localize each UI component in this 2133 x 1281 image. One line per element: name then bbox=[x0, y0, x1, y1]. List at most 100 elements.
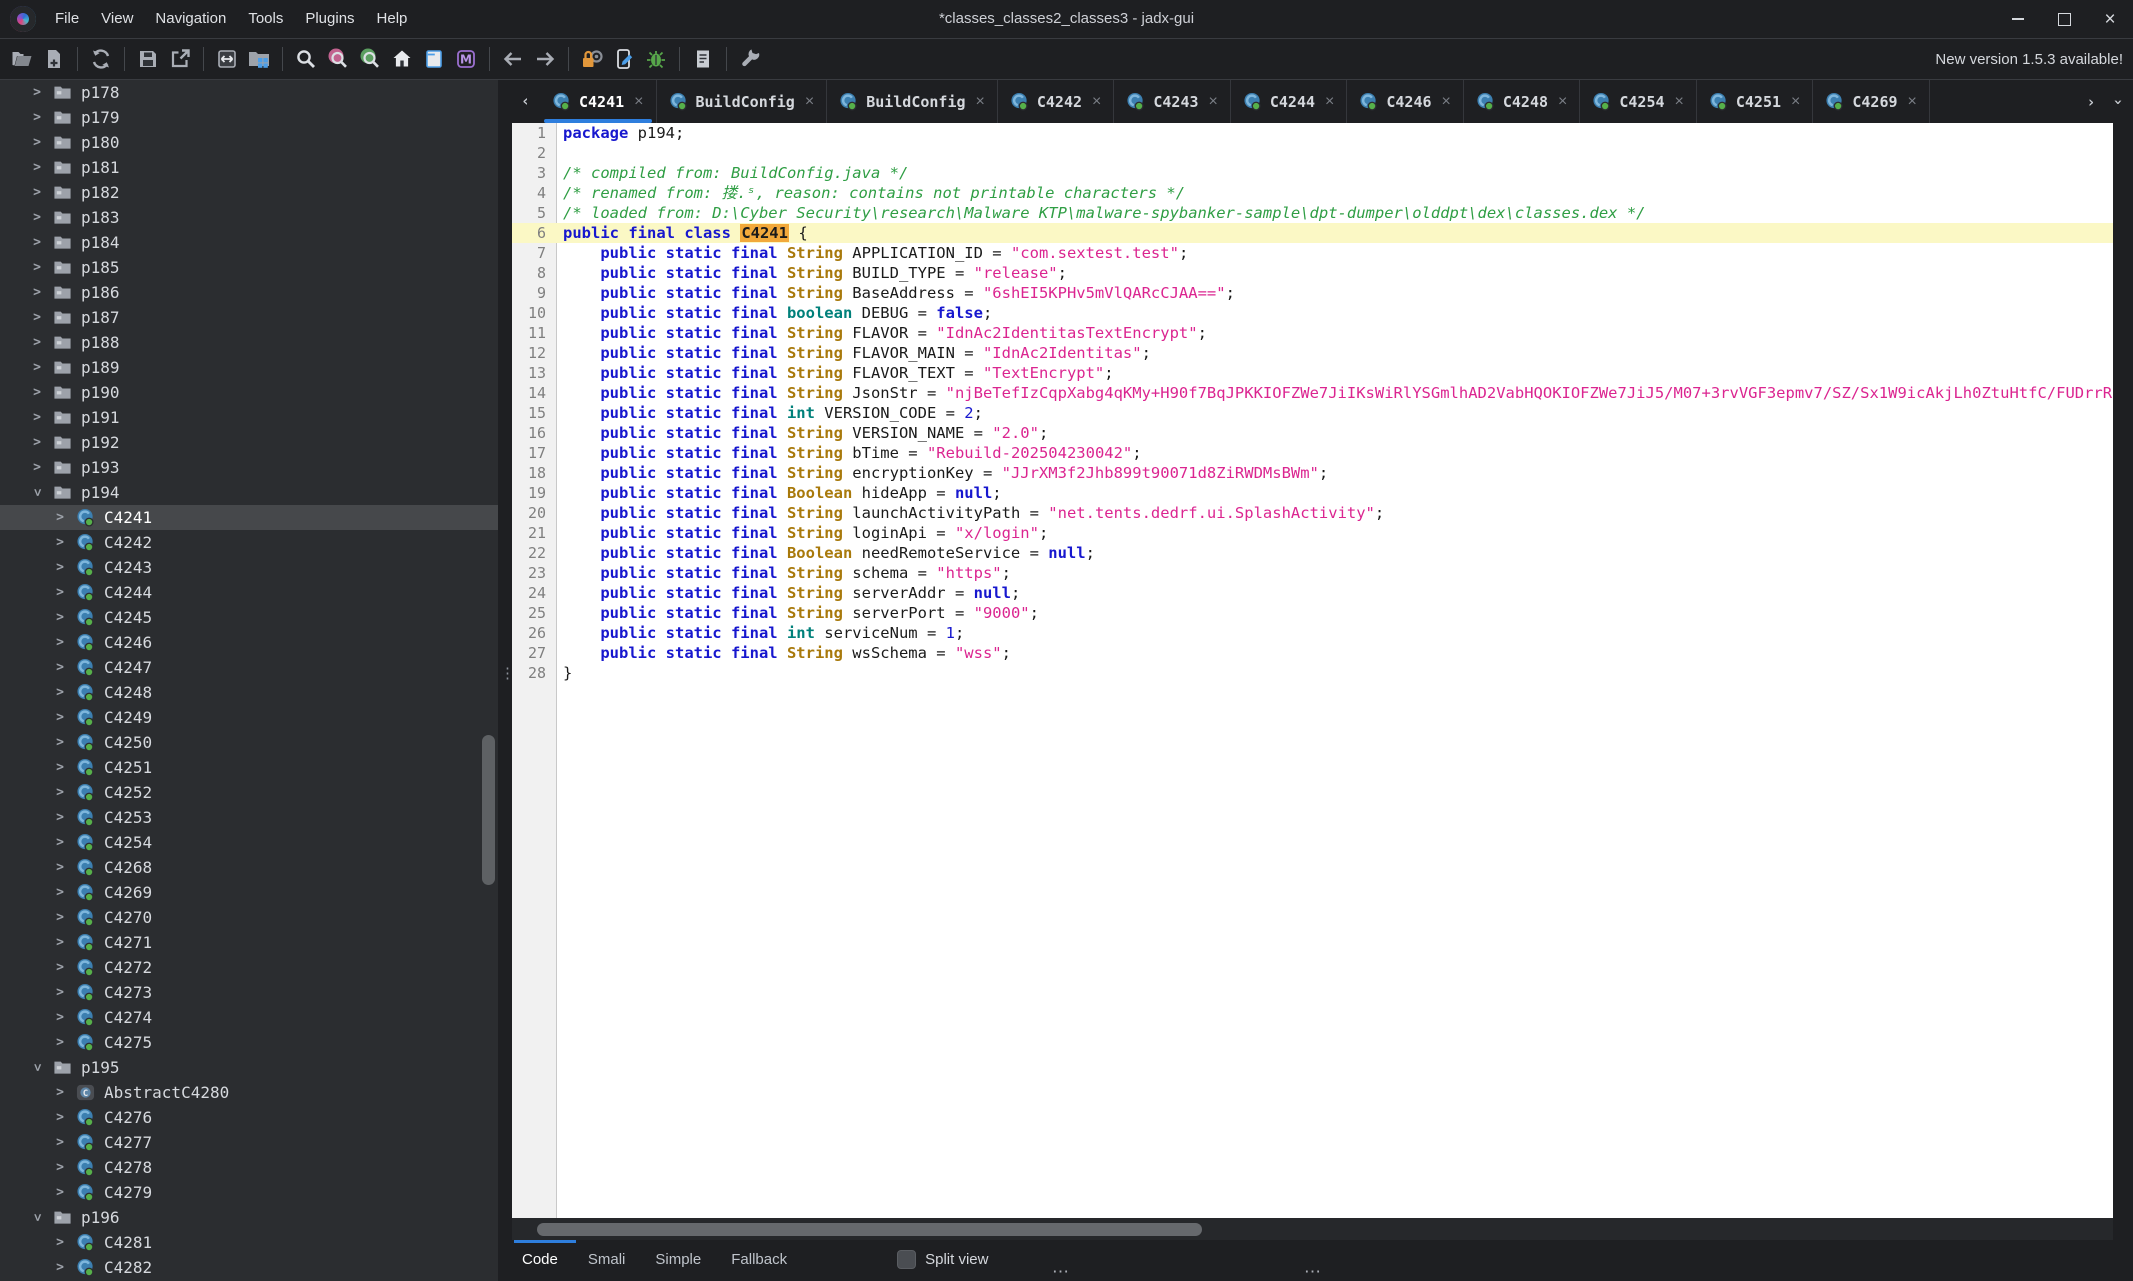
tree-package-p191[interactable]: > p191 bbox=[0, 405, 498, 430]
tree-class-C4248[interactable]: > C4248 bbox=[0, 680, 498, 705]
chevron-right-icon[interactable]: > bbox=[30, 410, 44, 425]
chevron-right-icon[interactable]: > bbox=[53, 860, 67, 875]
open-file-icon[interactable] bbox=[6, 43, 38, 75]
tab-C4242[interactable]: C4242 × bbox=[998, 80, 1115, 123]
tree-class-C4282[interactable]: > C4282 bbox=[0, 1255, 498, 1280]
add-files-icon[interactable] bbox=[38, 43, 70, 75]
tab-C4269[interactable]: C4269 × bbox=[1813, 80, 1930, 123]
chevron-right-icon[interactable]: > bbox=[53, 1010, 67, 1025]
menu-navigation[interactable]: Navigation bbox=[144, 0, 237, 38]
bottom-grip-icon[interactable]: ⋯ bbox=[1052, 1262, 1069, 1281]
tab-close-icon[interactable]: × bbox=[1325, 93, 1334, 111]
tab-C4251[interactable]: C4251 × bbox=[1697, 80, 1814, 123]
chevron-right-icon[interactable]: > bbox=[30, 360, 44, 375]
tree-class-C4250[interactable]: > C4250 bbox=[0, 730, 498, 755]
chevron-right-icon[interactable]: > bbox=[53, 835, 67, 850]
chevron-right-icon[interactable]: > bbox=[53, 1110, 67, 1125]
tree-class-C4254[interactable]: > C4254 bbox=[0, 830, 498, 855]
tab-C4241[interactable]: C4241 × bbox=[540, 80, 657, 123]
tree-class-C4272[interactable]: > C4272 bbox=[0, 955, 498, 980]
chevron-right-icon[interactable]: > bbox=[30, 285, 44, 300]
maximize-button[interactable] bbox=[2041, 0, 2087, 38]
tab-close-icon[interactable]: × bbox=[976, 93, 985, 111]
tree-package-p192[interactable]: > p192 bbox=[0, 430, 498, 455]
mode-button-fallback[interactable]: Fallback bbox=[731, 1251, 787, 1268]
log-viewer-icon[interactable] bbox=[687, 43, 719, 75]
tree-package-p186[interactable]: > p186 bbox=[0, 280, 498, 305]
chevron-right-icon[interactable]: > bbox=[30, 385, 44, 400]
tab-C4248[interactable]: C4248 × bbox=[1464, 80, 1581, 123]
tree-class-C4276[interactable]: > C4276 bbox=[0, 1105, 498, 1130]
tree-class-C4278[interactable]: > C4278 bbox=[0, 1155, 498, 1180]
chevron-right-icon[interactable]: > bbox=[30, 160, 44, 175]
tree-class-C4252[interactable]: > C4252 bbox=[0, 780, 498, 805]
tab-BuildConfig[interactable]: BuildConfig × bbox=[827, 80, 998, 123]
tab-C4244[interactable]: C4244 × bbox=[1231, 80, 1348, 123]
tree-package-p195[interactable]: > p195 bbox=[0, 1055, 498, 1080]
tree-class-AbstractC4280[interactable]: > C AbstractC4280 bbox=[0, 1080, 498, 1105]
text-search-icon[interactable] bbox=[290, 43, 322, 75]
mode-button-simple[interactable]: Simple bbox=[655, 1251, 701, 1268]
tree-class-C4242[interactable]: > C4242 bbox=[0, 530, 498, 555]
chevron-right-icon[interactable]: > bbox=[53, 585, 67, 600]
menu-file[interactable]: File bbox=[44, 0, 90, 38]
tree-package-p182[interactable]: > p182 bbox=[0, 180, 498, 205]
chevron-right-icon[interactable]: > bbox=[53, 1160, 67, 1175]
tree-class-C4275[interactable]: > C4275 bbox=[0, 1030, 498, 1055]
comment-search-icon[interactable] bbox=[354, 43, 386, 75]
flatten-packages-icon[interactable] bbox=[211, 43, 243, 75]
chevron-right-icon[interactable]: > bbox=[53, 760, 67, 775]
chevron-right-icon[interactable]: > bbox=[53, 1135, 67, 1150]
tab-close-icon[interactable]: × bbox=[1908, 93, 1917, 111]
tree-class-C4241[interactable]: > C4241 bbox=[0, 505, 498, 530]
tree-package-p189[interactable]: > p189 bbox=[0, 355, 498, 380]
menu-tools[interactable]: Tools bbox=[237, 0, 294, 38]
tree-package-p194[interactable]: > p194 bbox=[0, 480, 498, 505]
bottom-grip-icon[interactable]: ⋯ bbox=[1304, 1262, 1321, 1281]
chevron-right-icon[interactable]: > bbox=[53, 960, 67, 975]
chevron-right-icon[interactable]: > bbox=[30, 135, 44, 150]
tree-class-C4245[interactable]: > C4245 bbox=[0, 605, 498, 630]
chevron-right-icon[interactable]: > bbox=[53, 610, 67, 625]
chevron-right-icon[interactable]: > bbox=[30, 335, 44, 350]
chevron-right-icon[interactable]: > bbox=[53, 785, 67, 800]
menu-plugins[interactable]: Plugins bbox=[294, 0, 365, 38]
tab-BuildConfig[interactable]: BuildConfig × bbox=[657, 80, 828, 123]
chevron-right-icon[interactable]: > bbox=[53, 1035, 67, 1050]
tree-package-p187[interactable]: > p187 bbox=[0, 305, 498, 330]
tree-class-C4249[interactable]: > C4249 bbox=[0, 705, 498, 730]
chevron-down-icon[interactable]: > bbox=[30, 486, 45, 500]
chevron-right-icon[interactable]: > bbox=[53, 985, 67, 1000]
tab-close-icon[interactable]: × bbox=[1209, 93, 1218, 111]
panel-divider[interactable]: ⋮ bbox=[498, 80, 515, 1281]
tree-class-C4273[interactable]: > C4273 bbox=[0, 980, 498, 1005]
tab-close-icon[interactable]: × bbox=[634, 93, 643, 111]
rename-icon[interactable] bbox=[608, 43, 640, 75]
update-notice-link[interactable]: New version 1.5.3 available! bbox=[1935, 51, 2123, 68]
package-grid-icon[interactable] bbox=[243, 43, 275, 75]
chevron-right-icon[interactable]: > bbox=[53, 660, 67, 675]
chevron-right-icon[interactable]: > bbox=[30, 235, 44, 250]
tree-package-p180[interactable]: > p180 bbox=[0, 130, 498, 155]
tree-package-p178[interactable]: > p178 bbox=[0, 80, 498, 105]
mode-button-code[interactable]: Code bbox=[522, 1251, 558, 1268]
deobfuscation-icon[interactable] bbox=[576, 43, 608, 75]
chevron-down-icon[interactable]: > bbox=[30, 1061, 45, 1075]
chevron-right-icon[interactable]: > bbox=[30, 460, 44, 475]
tab-close-icon[interactable]: × bbox=[1675, 93, 1684, 111]
chevron-right-icon[interactable]: > bbox=[53, 1185, 67, 1200]
tree-class-C4274[interactable]: > C4274 bbox=[0, 1005, 498, 1030]
tree-class-C4281[interactable]: > C4281 bbox=[0, 1230, 498, 1255]
settings-wrench-icon[interactable] bbox=[734, 43, 766, 75]
mode-button-smali[interactable]: Smali bbox=[588, 1251, 626, 1268]
code-editor[interactable]: 1 package p194; 2 3/* compiled from: BuildC… bbox=[512, 123, 2113, 1218]
chevron-right-icon[interactable]: > bbox=[53, 810, 67, 825]
menu-view[interactable]: View bbox=[90, 0, 144, 38]
chevron-right-icon[interactable]: > bbox=[30, 310, 44, 325]
chevron-right-icon[interactable]: > bbox=[53, 560, 67, 575]
export-icon[interactable] bbox=[164, 43, 196, 75]
tree-package-p196[interactable]: > p196 bbox=[0, 1205, 498, 1230]
tree-class-C4251[interactable]: > C4251 bbox=[0, 755, 498, 780]
chevron-right-icon[interactable]: > bbox=[53, 1260, 67, 1275]
tree-vertical-scrollbar[interactable] bbox=[482, 735, 495, 885]
